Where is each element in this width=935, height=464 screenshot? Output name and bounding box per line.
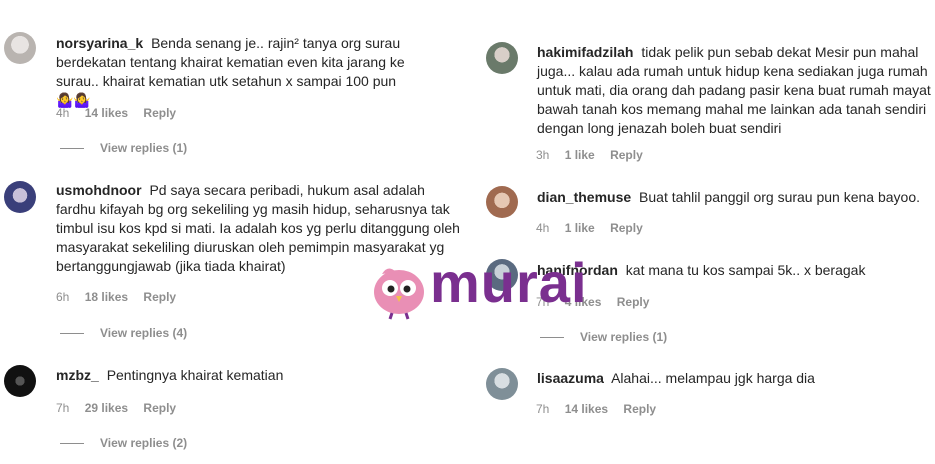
comment-time: 6h xyxy=(56,290,70,304)
view-replies-label: View replies (2) xyxy=(100,436,188,450)
avatar[interactable] xyxy=(486,186,518,218)
comment-text: Buat tahlil panggil org surau pun kena b… xyxy=(639,189,921,205)
avatar[interactable] xyxy=(4,181,36,213)
reply-button[interactable]: Reply xyxy=(610,148,643,162)
comment-text: Pentingnya khairat kematian xyxy=(106,367,284,383)
view-replies-button[interactable]: View replies (2) xyxy=(60,436,187,450)
comment-meta: 4h 1 like Reply xyxy=(536,221,655,235)
view-replies-button[interactable]: View replies (1) xyxy=(540,330,667,344)
comment-text: Alahai... melampau jgk harga dia xyxy=(611,370,815,386)
replies-divider xyxy=(60,148,84,150)
comment-likes[interactable]: 29 likes xyxy=(85,401,128,415)
view-replies-button[interactable]: View replies (4) xyxy=(60,326,187,340)
reply-button[interactable]: Reply xyxy=(143,106,176,120)
reply-button[interactable]: Reply xyxy=(617,295,650,309)
avatar-image xyxy=(4,32,36,64)
comment-username[interactable]: lisaazuma xyxy=(537,370,604,386)
comment-username[interactable]: usmohdnoor xyxy=(56,182,142,198)
comment-time: 3h xyxy=(536,148,550,162)
comment-time: 7h xyxy=(536,402,550,416)
view-replies-label: View replies (4) xyxy=(100,326,188,340)
replies-divider xyxy=(60,333,84,335)
avatar-image xyxy=(486,186,518,218)
comment-meta: 7h 14 likes Reply xyxy=(536,402,668,416)
comment-time: 7h xyxy=(56,401,70,415)
comment-meta: 3h 1 like Reply xyxy=(536,148,655,162)
reply-button[interactable]: Reply xyxy=(610,221,643,235)
reply-button[interactable]: Reply xyxy=(623,402,656,416)
avatar-image xyxy=(4,365,36,397)
comment-username[interactable]: norsyarina_k xyxy=(56,35,143,51)
comment-text: kat mana tu kos sampai 5k.. x beragak xyxy=(625,262,866,278)
avatar-image xyxy=(486,42,518,74)
comment-likes[interactable]: 18 likes xyxy=(85,290,128,304)
comment-body: norsyarina_k Benda senang je.. rajin² ta… xyxy=(56,34,416,110)
comment-body: lisaazuma Alahai... melampau jgk harga d… xyxy=(537,369,932,388)
comment-likes[interactable]: 14 likes xyxy=(85,106,128,120)
comment-username[interactable]: hakimifadzilah xyxy=(537,44,633,60)
reply-button[interactable]: Reply xyxy=(143,401,176,415)
avatar-image xyxy=(486,368,518,400)
comment-likes[interactable]: 1 like xyxy=(565,148,595,162)
comment-time: 4h xyxy=(56,106,70,120)
replies-divider xyxy=(540,337,564,339)
comment-meta: 4h 14 likes Reply xyxy=(56,106,188,120)
comment-meta: 6h 18 likes Reply xyxy=(56,290,188,304)
avatar[interactable] xyxy=(4,365,36,397)
avatar[interactable] xyxy=(4,32,36,64)
comment-time: 4h xyxy=(536,221,550,235)
watermark-logo: murai xyxy=(370,251,600,322)
avatar-image xyxy=(4,181,36,213)
comment-username[interactable]: dian_themuse xyxy=(537,189,631,205)
view-replies-button[interactable]: View replies (1) xyxy=(60,141,187,155)
watermark-text: murai xyxy=(430,251,588,314)
comment-likes[interactable]: 1 like xyxy=(565,221,595,235)
comment-username[interactable]: mzbz_ xyxy=(56,367,99,383)
avatar[interactable] xyxy=(486,42,518,74)
comment-body: hakimifadzilah tidak pelik pun sebab dek… xyxy=(537,43,932,138)
comment-meta: 7h 29 likes Reply xyxy=(56,401,188,415)
comment-body: mzbz_ Pentingnya khairat kematian xyxy=(56,366,456,385)
view-replies-label: View replies (1) xyxy=(100,141,188,155)
reply-button[interactable]: Reply xyxy=(143,290,176,304)
comment-likes[interactable]: 14 likes xyxy=(565,402,608,416)
avatar[interactable] xyxy=(486,368,518,400)
comment-body: dian_themuse Buat tahlil panggil org sur… xyxy=(537,188,932,207)
view-replies-label: View replies (1) xyxy=(580,330,668,344)
bird-mascot-icon xyxy=(374,268,424,320)
replies-divider xyxy=(60,443,84,445)
